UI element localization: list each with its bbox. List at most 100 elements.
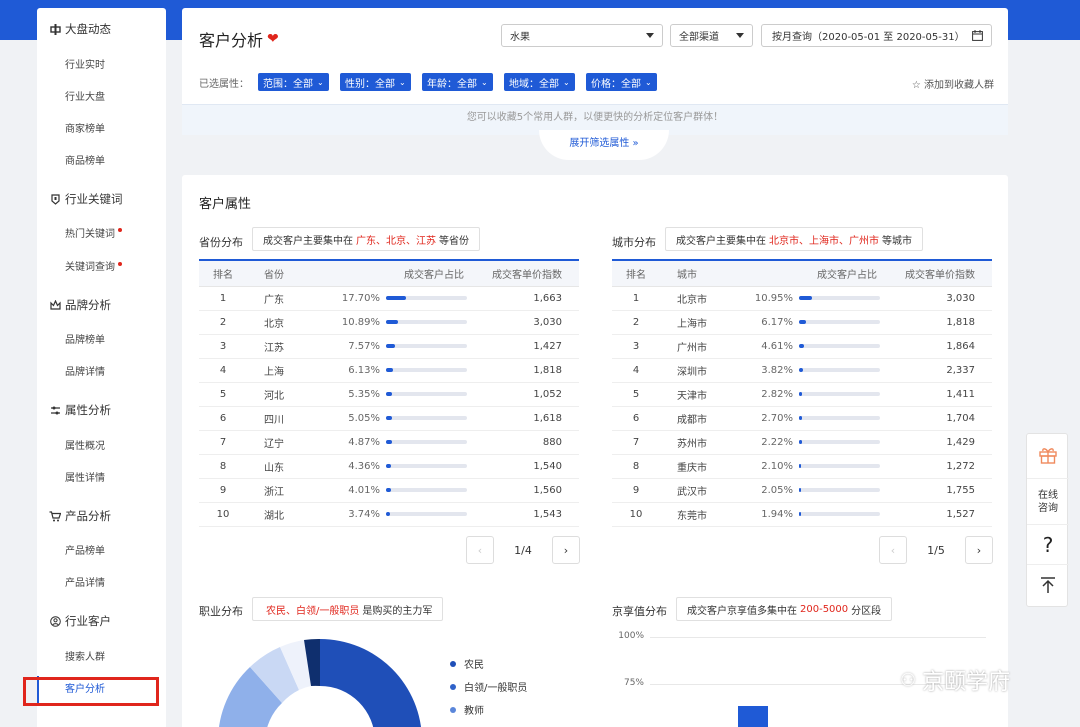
occupation-summary: 农民、白领/一般职员 是购买的主力军 bbox=[252, 597, 444, 621]
tag-age[interactable]: 年龄：全部 ⌄ bbox=[422, 73, 493, 91]
name-cell: 上海市 bbox=[660, 310, 733, 335]
sidebar: 大盘动态 行业实时 行业大盘 商家榜单 商品榜单 行业关键词 热门关键词 关键词… bbox=[37, 8, 166, 727]
share-cell: 4.01% bbox=[320, 478, 482, 503]
category-select[interactable]: 水果 bbox=[501, 24, 663, 47]
date-select[interactable]: 按月查询（2020-05-01 至 2020-05-31） bbox=[761, 24, 992, 47]
price-index-cell: 1,429 bbox=[895, 430, 992, 455]
share-wrap: 7.57% bbox=[320, 341, 482, 352]
prev-page-button[interactable]: ‹ bbox=[466, 536, 494, 564]
summary-prefix: 成交客户主要集中在 bbox=[676, 235, 766, 247]
tag-region[interactable]: 地域：全部 ⌄ bbox=[504, 73, 575, 91]
star-icon: ☆ bbox=[911, 80, 924, 91]
table-row: 7 苏州市 2.22% 1,429 bbox=[612, 430, 992, 455]
price-index-cell: 1,272 bbox=[895, 454, 992, 479]
category-select-value: 水果 bbox=[510, 32, 530, 43]
share-bar-fill bbox=[799, 488, 802, 492]
share-bar bbox=[386, 344, 467, 348]
share-bar bbox=[799, 488, 880, 492]
price-index-cell: 1,618 bbox=[482, 406, 579, 431]
sidebar-item-attribute-detail[interactable]: 属性详情 bbox=[65, 471, 105, 487]
new-badge-dot bbox=[118, 262, 122, 266]
province-summary: 成交客户主要集中在 广东、北京、江苏 等省份 bbox=[252, 227, 480, 251]
expand-label: 展开筛选属性 bbox=[569, 138, 630, 149]
sidebar-item-industry-overview[interactable]: 行业大盘 bbox=[65, 90, 105, 106]
sidebar-item-hot-keywords[interactable]: 热门关键词 bbox=[65, 227, 115, 243]
sidebar-item-attribute-overview[interactable]: 属性概况 bbox=[65, 439, 105, 455]
name-cell: 天津市 bbox=[660, 382, 733, 407]
column-header-share: 成交客户占比 bbox=[733, 259, 895, 287]
column-header-price-index: 成交客单价指数 bbox=[482, 259, 579, 287]
question-icon: ? bbox=[1042, 532, 1054, 557]
price-index-cell: 3,030 bbox=[895, 286, 992, 311]
sidebar-section-label: 产品分析 bbox=[65, 509, 111, 523]
rank-cell: 7 bbox=[199, 430, 247, 455]
sidebar-item-product-rank[interactable]: 商品榜单 bbox=[65, 154, 105, 170]
share-bar-fill bbox=[386, 512, 391, 516]
share-wrap: 4.36% bbox=[320, 461, 482, 472]
share-bar bbox=[799, 296, 880, 300]
prev-page-button[interactable]: ‹ bbox=[879, 536, 907, 564]
sidebar-item-brand-rank[interactable]: 品牌榜单 bbox=[65, 333, 105, 349]
help-button[interactable]: ? bbox=[1027, 524, 1069, 564]
sidebar-section-brand[interactable]: 品牌分析 bbox=[37, 294, 166, 316]
calendar-icon bbox=[972, 30, 983, 44]
occupation-donut bbox=[219, 638, 421, 727]
share-bar bbox=[799, 344, 880, 348]
rank-cell: 9 bbox=[612, 478, 660, 503]
sidebar-item-product-detail[interactable]: 产品详情 bbox=[65, 576, 105, 592]
name-cell: 湖北 bbox=[247, 502, 320, 527]
share-wrap: 6.17% bbox=[733, 317, 895, 328]
share-percent: 2.10% bbox=[761, 460, 793, 472]
page-title-text: 客户分析 bbox=[199, 31, 264, 50]
next-page-button[interactable]: › bbox=[552, 536, 580, 564]
sidebar-section-market[interactable]: 大盘动态 bbox=[37, 18, 166, 40]
sidebar-item-product-list[interactable]: 产品榜单 bbox=[65, 544, 105, 560]
price-index-cell: 1,818 bbox=[482, 358, 579, 383]
share-bar-fill bbox=[799, 440, 802, 444]
share-cell: 10.89% bbox=[320, 310, 482, 335]
sidebar-item-search-crowd[interactable]: 搜索人群 bbox=[65, 650, 105, 666]
city-table-body: 1 北京市 10.95% 3,030 2 上海市 6.17% 1,818 3 广州市 4.61% 1,… bbox=[612, 286, 992, 527]
add-favorite-crowd-link[interactable]: ☆ 添加到收藏人群 bbox=[912, 76, 994, 91]
price-index-cell: 1,540 bbox=[482, 454, 579, 479]
sidebar-section-customers[interactable]: 行业客户 bbox=[37, 610, 166, 632]
share-cell: 17.70% bbox=[320, 286, 482, 311]
legend-item: 教师 bbox=[450, 702, 484, 717]
back-to-top-button[interactable] bbox=[1027, 564, 1069, 608]
legend-label: 农民 bbox=[464, 660, 484, 671]
share-bar-fill bbox=[799, 392, 803, 396]
heart-icon[interactable]: ❤ bbox=[267, 31, 279, 47]
price-index-cell: 3,030 bbox=[482, 310, 579, 335]
name-cell: 东莞市 bbox=[660, 502, 733, 527]
share-bar bbox=[386, 296, 467, 300]
expand-filters-toggle[interactable]: 展开筛选属性 » bbox=[539, 130, 669, 160]
tag-range[interactable]: 范围：全部 ⌄ bbox=[258, 73, 329, 91]
sidebar-item-merchant-rank[interactable]: 商家榜单 bbox=[65, 122, 105, 138]
share-cell: 6.17% bbox=[733, 310, 895, 335]
tag-gender[interactable]: 性别：全部 ⌄ bbox=[340, 73, 411, 91]
share-wrap: 10.95% bbox=[733, 293, 895, 304]
channel-select[interactable]: 全部渠道 bbox=[670, 24, 753, 47]
summary-highlight: 200-5000 bbox=[800, 603, 849, 615]
gift-button[interactable] bbox=[1027, 434, 1069, 478]
sidebar-item-keyword-query[interactable]: 关键词查询 bbox=[65, 260, 115, 276]
date-select-value: 按月查询（2020-05-01 至 2020-05-31） bbox=[772, 32, 965, 43]
price-index-cell: 1,560 bbox=[482, 478, 579, 503]
share-bar-fill bbox=[799, 320, 807, 324]
summary-highlight: 北京市、上海市、广州市 bbox=[769, 235, 879, 247]
name-cell: 北京 bbox=[247, 310, 320, 335]
sidebar-section-keywords[interactable]: 行业关键词 bbox=[37, 188, 166, 210]
share-percent: 3.82% bbox=[761, 364, 793, 376]
next-page-button[interactable]: › bbox=[965, 536, 993, 564]
table-header-row: 排名 城市 成交客户占比 成交客单价指数 bbox=[612, 259, 992, 287]
share-cell: 5.05% bbox=[320, 406, 482, 431]
column-header-province: 省份 bbox=[247, 259, 320, 287]
sidebar-section-attribute[interactable]: 属性分析 bbox=[37, 399, 166, 421]
share-bar bbox=[386, 368, 467, 372]
tag-price[interactable]: 价格：全部 ⌄ bbox=[586, 73, 657, 91]
online-consult-button[interactable]: 在线咨询 bbox=[1027, 478, 1069, 524]
sidebar-section-product[interactable]: 产品分析 bbox=[37, 505, 166, 527]
sidebar-item-industry-realtime[interactable]: 行业实时 bbox=[65, 58, 105, 74]
sidebar-item-brand-detail[interactable]: 品牌详情 bbox=[65, 365, 105, 381]
share-wrap: 4.01% bbox=[320, 485, 482, 496]
